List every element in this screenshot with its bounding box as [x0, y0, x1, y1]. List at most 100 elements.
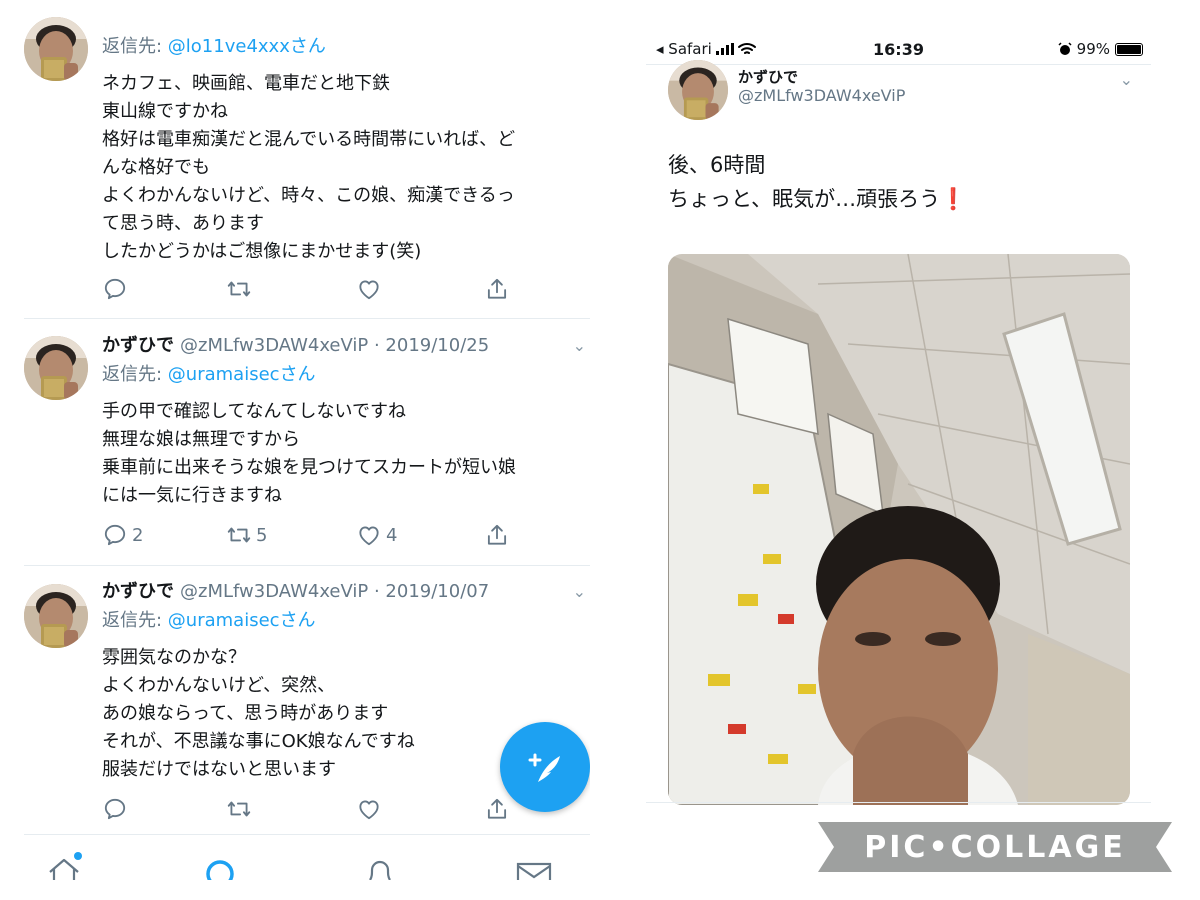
display-name[interactable]: かずひで: [102, 335, 174, 356]
battery-icon: [1115, 42, 1143, 56]
left-screenshot-panel: 返信先: @lo11ve4xxxさん ネカフェ、映画館、電車だと地下鉄 東山線で…: [24, 0, 590, 880]
avatar[interactable]: [668, 60, 728, 120]
tweet-line: 東山線ですかね: [102, 101, 228, 122]
reply-to-line: 返信先: @uramaisecさん: [102, 608, 590, 634]
compose-icon: [528, 753, 560, 782]
reply-prefix: 返信先:: [102, 36, 168, 57]
tweet-line: よくわかんないけど、突然、: [102, 675, 336, 696]
display-name[interactable]: かずひで: [738, 66, 798, 87]
office-selfie-image: [668, 254, 1130, 805]
chevron-down-icon[interactable]: ⌄: [573, 336, 586, 355]
tweet-text: ネカフェ、映画館、電車だと地下鉄 東山線ですかね 格好は電車痴漢だと混んでいる時…: [102, 70, 590, 266]
messages-icon: [516, 862, 552, 880]
retweet-icon: [226, 796, 252, 822]
like-icon: [356, 522, 382, 548]
tweet-line: には一気に行きますね: [102, 485, 282, 506]
home-icon: [49, 852, 82, 880]
share-button[interactable]: [484, 276, 510, 302]
tweet-meta: かずひで @zMLfw3DAW4xeViP · 2019/10/07: [102, 580, 590, 604]
retweet-count: 5: [256, 524, 268, 546]
like-icon: [356, 796, 382, 822]
reply-button[interactable]: [102, 276, 128, 302]
tweet-line: あの娘ならって、思う時があります: [102, 703, 389, 724]
reply-suffix: さん: [279, 364, 316, 385]
avatar[interactable]: [24, 584, 88, 648]
compose-tweet-button[interactable]: [500, 722, 590, 812]
share-icon: [484, 796, 510, 822]
handle[interactable]: @zMLfw3DAW4xeViP: [738, 86, 905, 105]
nav-notifications[interactable]: [360, 850, 400, 880]
divider: [646, 802, 1151, 803]
tweet-line: 無理な娘は無理ですから: [102, 429, 300, 450]
reply-icon: [102, 796, 128, 822]
tweet-text: 後、6時間 ちょっと、眠気が…頑張ろう❗: [668, 148, 966, 216]
tweet-line-text: ちょっと、眠気が…頑張ろう: [668, 187, 941, 211]
reply-button[interactable]: [102, 796, 128, 822]
avatar[interactable]: [24, 336, 88, 400]
like-count: 4: [386, 524, 398, 546]
mention-link[interactable]: @uramaisec: [168, 610, 280, 631]
watermark-text: PIC•COLLAGE: [864, 830, 1126, 865]
avatar[interactable]: [24, 17, 88, 81]
tweet[interactable]: かずひで @zMLfw3DAW4xeViP · 2019/10/25 返信先: @…: [24, 332, 590, 562]
tweet-line: 乗車前に出来そうな娘を見つけてスカートが短い娘: [102, 457, 516, 478]
mention-link[interactable]: @uramaisec: [168, 364, 280, 385]
exclamation-emoji: ❗: [940, 187, 967, 211]
tweet-line: 雰囲気なのかな？: [102, 647, 246, 668]
handle-date[interactable]: @zMLfw3DAW4xeViP · 2019/10/25: [180, 335, 489, 356]
alarm-icon: [1058, 42, 1072, 55]
reply-icon: [102, 522, 128, 548]
retweet-icon: [226, 276, 252, 302]
tweet-line: ネカフェ、映画館、電車だと地下鉄: [102, 73, 390, 94]
reply-count: 2: [132, 524, 144, 546]
tweet-line: 格好は電車痴漢だと混んでいる時間帯にいれば、ど: [102, 129, 516, 150]
retweet-button[interactable]: [226, 796, 252, 822]
pic-collage-watermark: PIC•COLLAGE: [818, 822, 1172, 872]
battery-percent: 99%: [1076, 40, 1110, 58]
like-icon: [356, 276, 382, 302]
tweet-photo[interactable]: [668, 254, 1130, 805]
tweet-meta: かずひで @zMLfw3DAW4xeViP · 2019/10/25: [102, 334, 590, 358]
right-screenshot-panel: ◂ Safari 16:39 99% かずひで @zMLfw3DAW4xeViP…: [646, 30, 1151, 805]
ios-status-bar: ◂ Safari 16:39 99%: [646, 38, 1151, 62]
nav-home[interactable]: [44, 850, 84, 880]
divider: [24, 318, 590, 319]
nav-messages[interactable]: [514, 850, 554, 880]
reply-prefix: 返信先:: [102, 610, 168, 631]
reply-button[interactable]: 2: [102, 522, 143, 548]
retweet-button[interactable]: [226, 276, 252, 302]
reply-suffix: さん: [279, 610, 316, 631]
nav-search[interactable]: [200, 850, 240, 880]
chevron-down-icon[interactable]: ⌄: [573, 582, 586, 601]
reply-suffix: さん: [289, 36, 326, 57]
tweet[interactable]: かずひで @zMLfw3DAW4xeViP · 2019/10/07 返信先: @…: [24, 580, 590, 830]
tweet-actions: [102, 796, 512, 826]
tweet-line: よくわかんないけど、時々、この娘、痴漢できるっ: [102, 185, 515, 206]
tweet[interactable]: 返信先: @lo11ve4xxxさん ネカフェ、映画館、電車だと地下鉄 東山線で…: [24, 0, 590, 312]
tweet-actions: [102, 276, 512, 306]
chevron-down-icon[interactable]: ⌄: [1120, 70, 1133, 89]
handle-date[interactable]: @zMLfw3DAW4xeViP · 2019/10/07: [180, 581, 489, 602]
reply-to-line: 返信先: @uramaisecさん: [102, 362, 590, 388]
like-button[interactable]: [356, 796, 382, 822]
tweet-line: したかどうかはご想像にまかせます(笑): [102, 241, 422, 262]
share-icon: [484, 522, 510, 548]
divider: [24, 565, 590, 566]
tweet-actions: 2 5 4: [102, 522, 512, 552]
divider: [24, 834, 590, 835]
notifications-icon: [369, 860, 391, 880]
display-name[interactable]: かずひで: [102, 581, 174, 602]
tweet-line: ちょっと、眠気が…頑張ろう❗: [668, 182, 966, 216]
search-icon: [206, 860, 234, 880]
like-button[interactable]: 4: [356, 522, 397, 548]
share-icon: [484, 276, 510, 302]
mention-link[interactable]: @lo11ve4xxx: [168, 36, 290, 57]
reply-icon: [102, 276, 128, 302]
tweet-line: んな格好でも: [102, 157, 210, 178]
reply-to-line: 返信先: @lo11ve4xxxさん: [102, 34, 590, 60]
retweet-button[interactable]: 5: [226, 522, 267, 548]
share-button[interactable]: [484, 796, 510, 822]
share-button[interactable]: [484, 522, 510, 548]
like-button[interactable]: [356, 276, 382, 302]
retweet-icon: [226, 522, 252, 548]
